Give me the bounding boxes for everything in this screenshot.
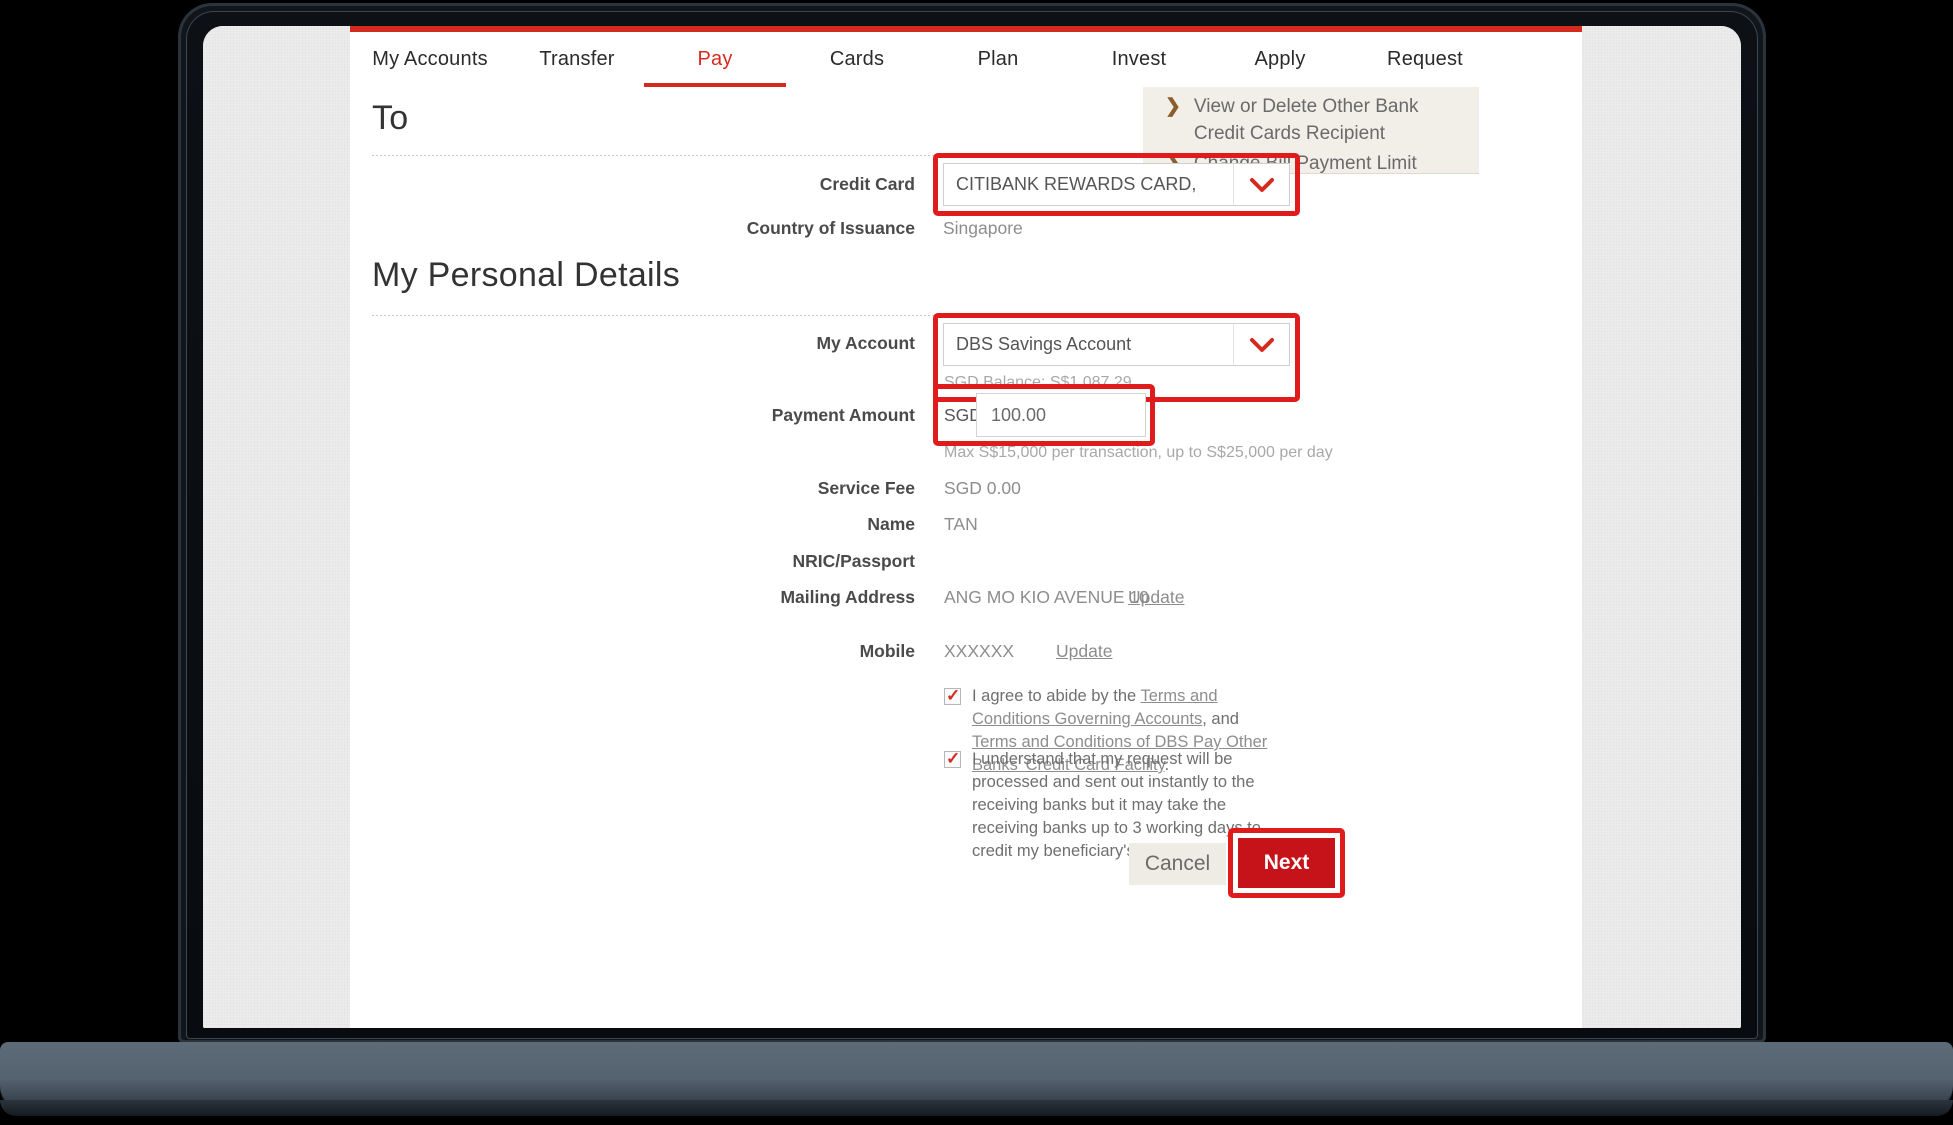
cancel-button[interactable]: Cancel xyxy=(1129,843,1226,885)
value-name: TAN xyxy=(944,514,978,535)
label-mobile: Mobile xyxy=(860,641,915,662)
page-content: ❯ View or Delete Other Bank Credit Cards… xyxy=(350,87,1582,1028)
consent-row-processing: I understand that my request will be pro… xyxy=(944,748,1284,863)
payment-amount-hint: Max S$15,000 per transaction, up to S$25… xyxy=(944,444,1333,462)
label-my-account: My Account xyxy=(816,333,915,354)
related-links-panel: ❯ View or Delete Other Bank Credit Cards… xyxy=(1143,87,1479,174)
checkbox-agree-terms[interactable] xyxy=(944,688,961,705)
value-mailing-address: ANG MO KIO AVENUE 10 xyxy=(944,587,1149,608)
nav-label: Transfer xyxy=(539,48,614,70)
payment-amount-value: 100.00 xyxy=(991,405,1046,426)
chevron-down-icon[interactable] xyxy=(1233,324,1289,365)
nav-item-request[interactable]: Request xyxy=(1350,48,1500,71)
consent-text-part: , and xyxy=(1202,710,1239,728)
screenshot-root: My Accounts Transfer Pay Cards Plan Inve… xyxy=(0,0,1953,1125)
my-account-select-value: DBS Savings Account xyxy=(944,334,1233,355)
value-country-of-issuance: Singapore xyxy=(943,218,1023,239)
my-account-select[interactable]: DBS Savings Account xyxy=(943,323,1290,366)
nav-item-apply[interactable]: Apply xyxy=(1210,48,1350,71)
side-link-view-delete-recipient[interactable]: ❯ View or Delete Other Bank Credit Cards… xyxy=(1165,93,1425,147)
label-country-of-issuance: Country of Issuance xyxy=(747,218,915,239)
nav-item-cards[interactable]: Cards xyxy=(786,48,928,71)
chevron-down-icon[interactable] xyxy=(1233,164,1289,205)
value-service-fee: SGD 0.00 xyxy=(944,478,1021,499)
label-nric-passport: NRIC/Passport xyxy=(792,551,915,572)
banking-page: My Accounts Transfer Pay Cards Plan Inve… xyxy=(203,26,1741,1028)
next-button[interactable]: Next xyxy=(1238,838,1335,888)
label-mailing-address: Mailing Address xyxy=(780,587,915,608)
chevron-right-icon: ❯ xyxy=(1165,93,1181,120)
label-service-fee: Service Fee xyxy=(818,478,915,499)
nav-label: Pay xyxy=(697,48,732,70)
nav-label: Plan xyxy=(978,48,1019,70)
nav-label: My Accounts xyxy=(372,48,488,70)
section-divider-personal xyxy=(372,315,944,316)
label-credit-card: Credit Card xyxy=(820,174,915,195)
laptop-screen: My Accounts Transfer Pay Cards Plan Inve… xyxy=(203,26,1741,1028)
nav-label: Invest xyxy=(1112,48,1167,70)
label-name: Name xyxy=(867,514,915,535)
laptop-base xyxy=(0,1042,1953,1108)
side-link-label: View or Delete Other Bank Credit Cards R… xyxy=(1194,93,1425,147)
account-balance-text: SGD Balance: S$1,087.29 xyxy=(944,374,1132,392)
nav-label: Request xyxy=(1387,48,1463,70)
label-payment-amount: Payment Amount xyxy=(772,405,915,426)
nav-item-pay[interactable]: Pay xyxy=(644,48,786,71)
checkbox-understand-processing[interactable] xyxy=(944,751,961,768)
nav-label: Cards xyxy=(830,48,884,70)
section-title-to: To xyxy=(372,99,409,138)
nav-label: Apply xyxy=(1254,48,1305,70)
nav-item-plan[interactable]: Plan xyxy=(928,48,1068,71)
main-navigation: My Accounts Transfer Pay Cards Plan Inve… xyxy=(350,32,1582,87)
laptop-base-front-edge xyxy=(0,1100,1953,1116)
credit-card-select[interactable]: CITIBANK REWARDS CARD, xyxy=(943,163,1290,206)
section-divider-to xyxy=(372,155,944,156)
consent-text-part: I agree to abide by the xyxy=(972,687,1141,705)
nav-item-invest[interactable]: Invest xyxy=(1068,48,1210,71)
mailing-address-update-link[interactable]: Update xyxy=(1128,587,1184,607)
section-title-personal-details: My Personal Details xyxy=(372,256,680,295)
credit-card-select-value: CITIBANK REWARDS CARD, xyxy=(944,174,1233,195)
value-mobile: XXXXXX xyxy=(944,641,1014,662)
mobile-update-link[interactable]: Update xyxy=(1056,641,1112,661)
payment-amount-input[interactable]: 100.00 xyxy=(976,393,1146,437)
nav-item-my-accounts[interactable]: My Accounts xyxy=(350,48,510,71)
nav-item-transfer[interactable]: Transfer xyxy=(510,48,644,71)
